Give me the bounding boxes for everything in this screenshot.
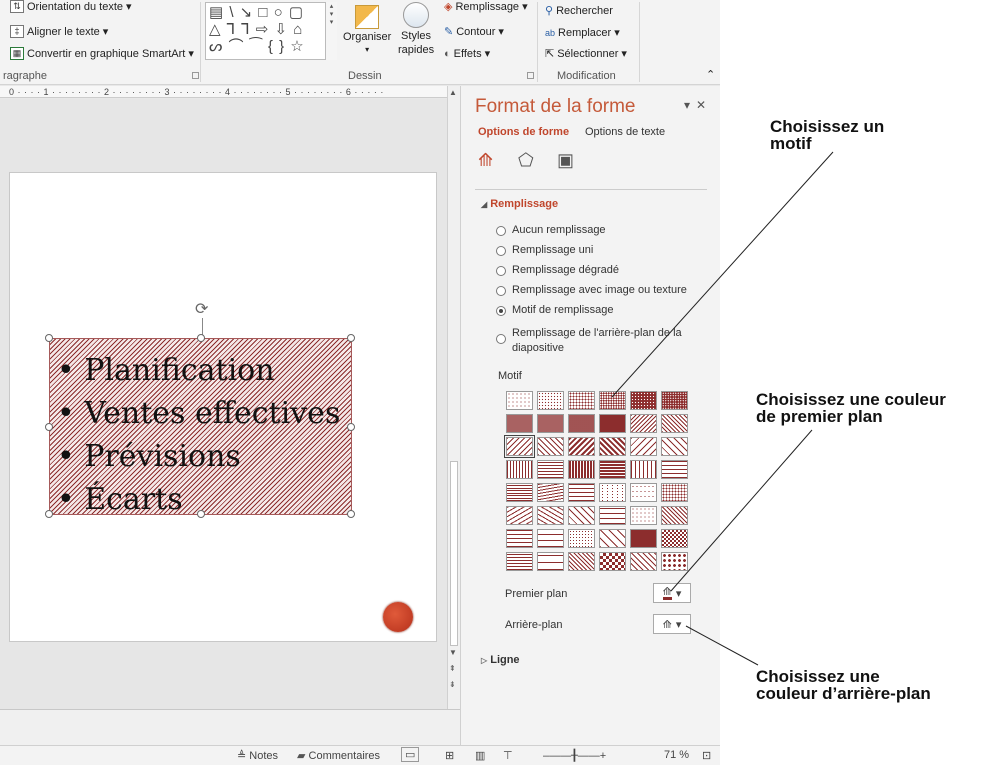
- callout-background-color: Choisissez une couleur d’arrière-plan: [756, 667, 931, 703]
- leader-line-foreground: [670, 429, 813, 592]
- leader-line-motif: [611, 151, 834, 398]
- leader-line-background: [685, 625, 759, 666]
- callout-foreground-color: Choisissez une couleur de premier plan: [756, 390, 946, 426]
- callout-leader-lines: [611, 151, 834, 666]
- callout-pattern: Choisissez un motif: [770, 117, 885, 153]
- screenshot-figure: ⇅ Orientation du texte ▾ ‡ Aligner le texte…: [0, 0, 984, 765]
